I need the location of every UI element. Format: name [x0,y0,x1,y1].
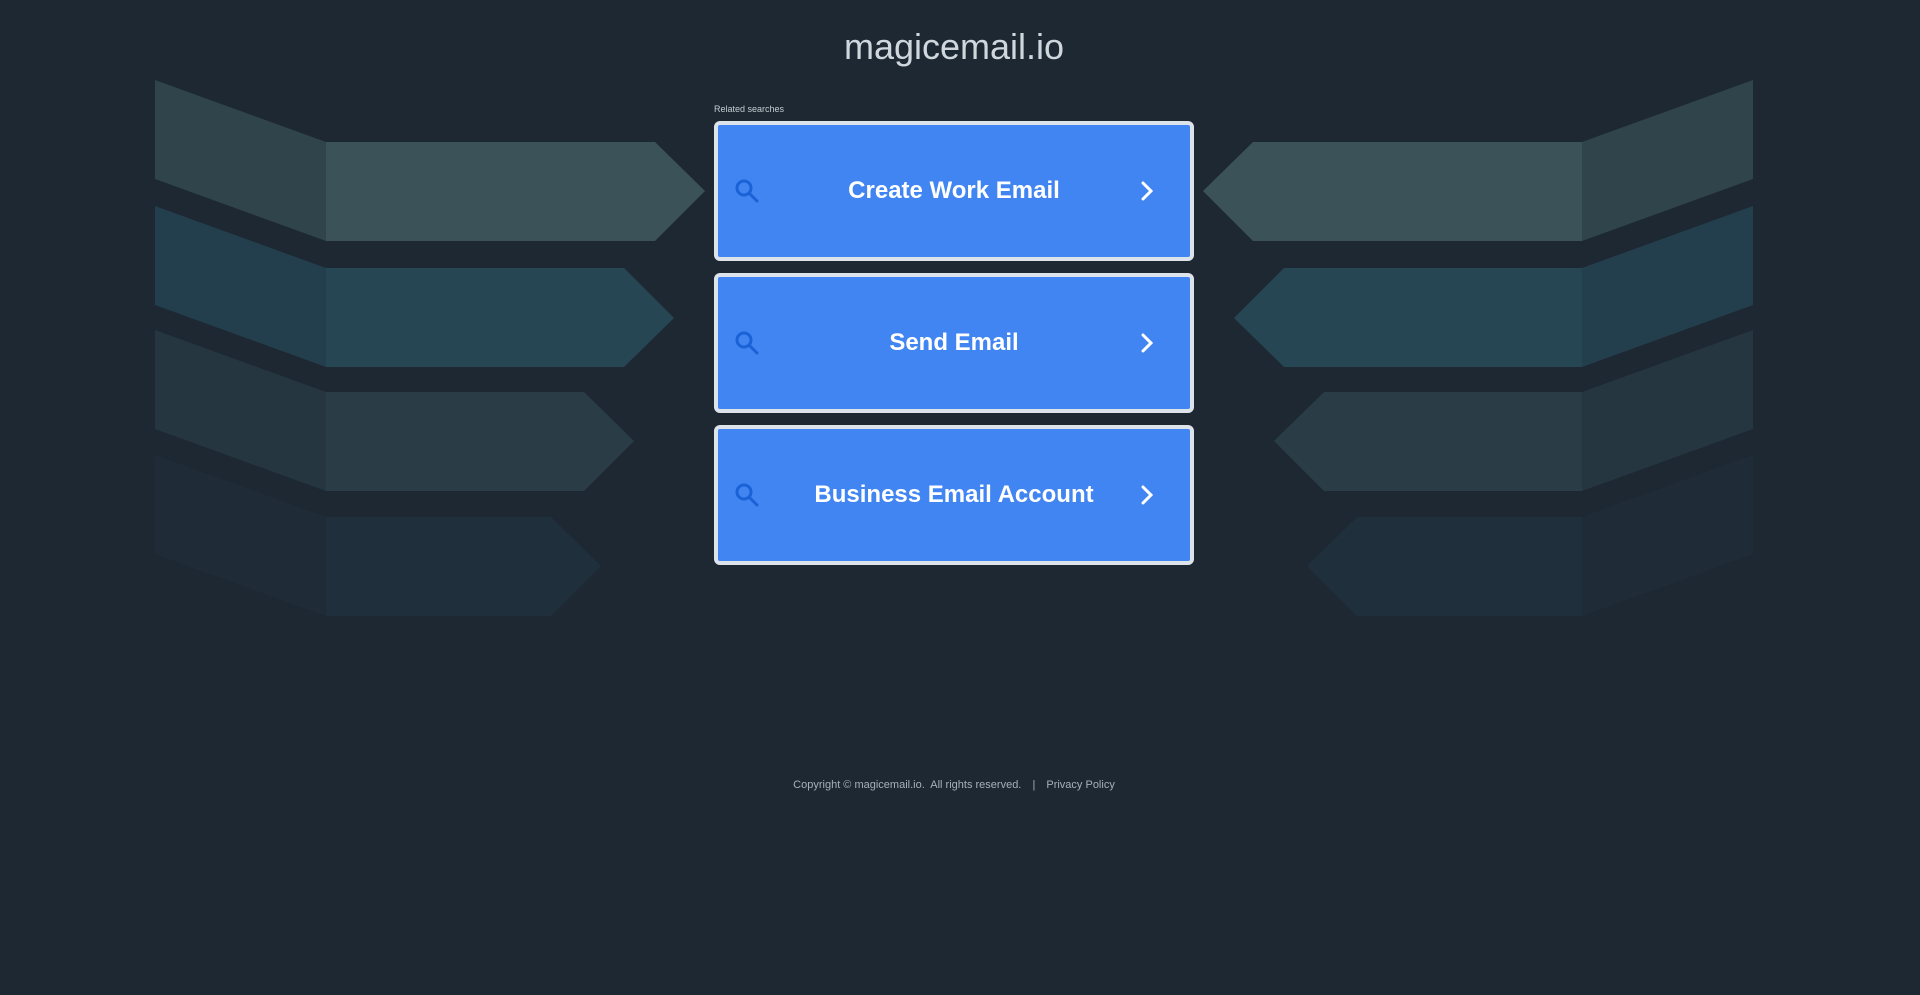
copyright-text: Copyright © magicemail.io. All rights re… [793,779,1022,791]
related-search-label: Send Email [889,329,1019,356]
related-search-button[interactable]: Create Work Email [714,121,1194,261]
chevron-right-icon [1141,485,1154,505]
search-icon [735,331,759,355]
decor-right-arrow-2 [1234,268,1582,367]
footer: Copyright © magicemail.io. All rights re… [0,779,1908,791]
decor-right-arrow-4 [1307,517,1582,616]
related-search-button[interactable]: Send Email [714,273,1194,413]
decor-right-arrow-1 [1203,142,1582,241]
decor-left-arrow-3 [326,392,634,491]
privacy-policy-link[interactable]: Privacy Policy [1046,779,1114,791]
related-search-label: Create Work Email [848,177,1060,204]
footer-separator: | [1032,779,1036,791]
related-searches-heading: Related searches [714,104,785,114]
related-search-button[interactable]: Business Email Account [714,425,1194,565]
chevron-right-icon [1141,181,1154,201]
search-icon [735,179,759,203]
decor-left-arrow-1 [326,142,705,241]
decor-right-arrow-3 [1274,392,1582,491]
chevron-right-icon [1141,333,1154,353]
related-search-label: Business Email Account [814,481,1094,508]
decor-left-arrow-2 [326,268,674,367]
decor-left-arrow-4 [326,517,601,616]
search-icon [735,483,759,507]
